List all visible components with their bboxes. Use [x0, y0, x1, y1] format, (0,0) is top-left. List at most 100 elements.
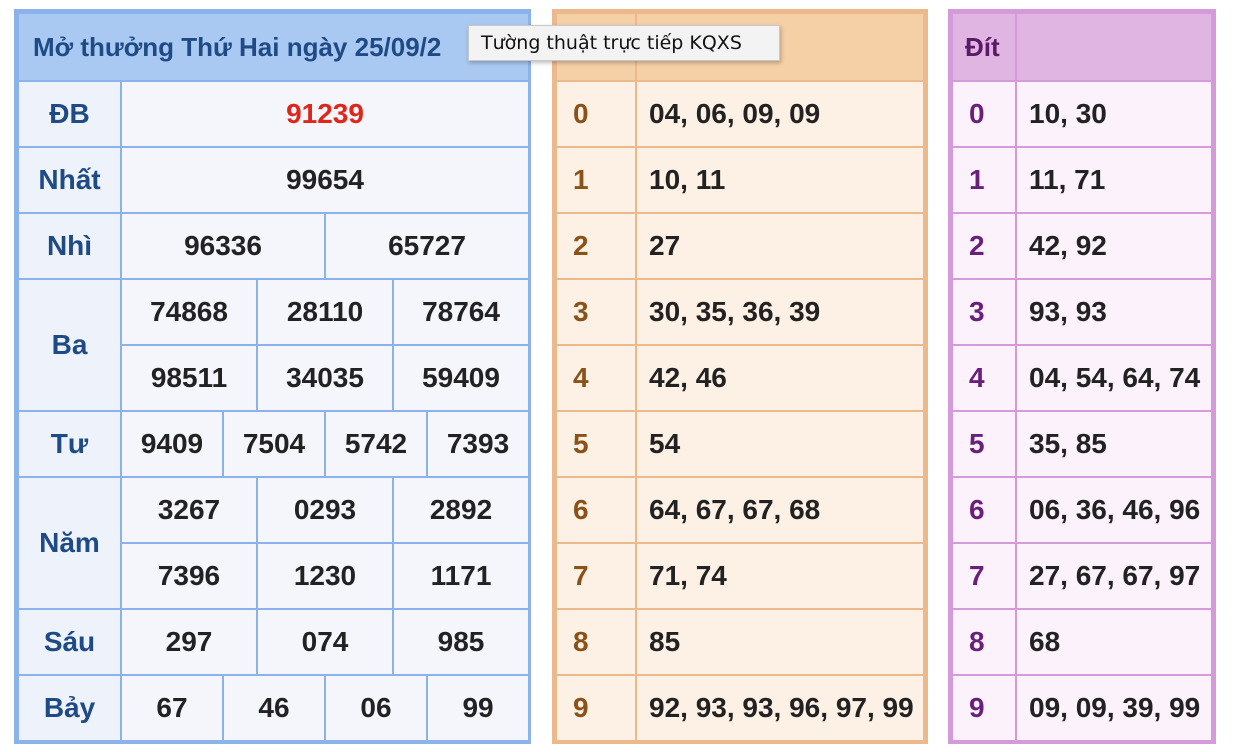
- prize-row-ba: Ba 74868 28110 78764: [17, 278, 531, 412]
- tail-values: 93, 93: [1015, 278, 1213, 346]
- head-values: 85: [635, 608, 925, 676]
- heads-row: 9 92, 93, 93, 96, 97, 99: [555, 674, 925, 742]
- prize-number: 0293: [256, 476, 394, 544]
- head-digit: 3: [555, 278, 637, 346]
- tail-digit: 4: [951, 344, 1017, 412]
- head-digit: 4: [555, 344, 637, 412]
- prize-label: ĐB: [17, 80, 122, 148]
- head-digit: 9: [555, 674, 637, 742]
- tails-header-row: Đít: [951, 12, 1213, 82]
- results-table: Mở thưởng Thứ Hai ngày 25/09/2 ĐB 91239 …: [14, 9, 531, 744]
- tail-digit: 2: [951, 212, 1017, 280]
- tail-digit: 7: [951, 542, 1017, 610]
- prize-row-tu: Tư 9409 7504 5742 7393: [17, 410, 531, 478]
- heads-table: 0 04, 06, 09, 09 1 10, 11 2 27 3 30, 35, 36,…: [552, 9, 928, 744]
- head-values: 54: [635, 410, 925, 478]
- prize-row-nhat: Nhất 99654: [17, 146, 531, 214]
- heads-row: 6 64, 67, 67, 68: [555, 476, 925, 544]
- results-title-row: Mở thưởng Thứ Hai ngày 25/09/2: [16, 12, 531, 82]
- tail-values: 68: [1015, 608, 1213, 676]
- heads-row: 3 30, 35, 36, 39: [555, 278, 925, 346]
- prize-number: 7396: [120, 542, 258, 610]
- tails-row: 2 42, 92: [951, 212, 1213, 280]
- prize-number: 2892: [391, 476, 531, 544]
- prize-number: 985: [391, 608, 531, 676]
- prize-number: 99: [425, 674, 531, 742]
- heads-row: 0 04, 06, 09, 09: [555, 80, 925, 148]
- head-digit: 1: [555, 146, 637, 214]
- tail-values: 10, 30: [1015, 80, 1213, 148]
- head-digit: 6: [555, 476, 637, 544]
- tails-row: 8 68: [951, 608, 1213, 676]
- head-digit: 2: [555, 212, 637, 280]
- tails-row: 0 10, 30: [951, 80, 1213, 148]
- tails-row: 4 04, 54, 64, 74: [951, 344, 1213, 412]
- tail-digit: 5: [951, 410, 1017, 478]
- tails-row: 6 06, 36, 46, 96: [951, 476, 1213, 544]
- heads-row: 1 10, 11: [555, 146, 925, 214]
- prize-number: 99654: [119, 146, 531, 214]
- prize-number: 7504: [222, 410, 326, 478]
- tail-digit: 3: [951, 278, 1017, 346]
- tails-row: 7 27, 67, 67, 97: [951, 542, 1213, 610]
- head-digit: 5: [555, 410, 637, 478]
- prize-number: 59409: [391, 344, 531, 412]
- prize-label: Tư: [17, 410, 122, 478]
- tail-values: 35, 85: [1015, 410, 1213, 478]
- prize-number: 1171: [391, 542, 531, 610]
- prize-number: 96336: [120, 212, 326, 280]
- heads-row: 2 27: [555, 212, 925, 280]
- head-digit: 8: [555, 608, 637, 676]
- tail-values: 27, 67, 67, 97: [1015, 542, 1213, 610]
- head-digit: 0: [555, 80, 637, 148]
- special-prize-number: 91239: [119, 80, 531, 148]
- prize-number: 9409: [120, 410, 224, 478]
- head-values: 27: [635, 212, 925, 280]
- tails-header-label: Đít: [951, 12, 1017, 82]
- prize-label: Năm: [17, 476, 122, 610]
- prize-number: 74868: [120, 278, 258, 346]
- prize-number: 34035: [256, 344, 394, 412]
- head-values: 64, 67, 67, 68: [635, 476, 925, 544]
- tail-digit: 6: [951, 476, 1017, 544]
- prize-number: 1230: [256, 542, 394, 610]
- head-values: 04, 06, 09, 09: [635, 80, 925, 148]
- prize-label: Bảy: [17, 674, 122, 742]
- heads-row: 5 54: [555, 410, 925, 478]
- tail-values: 04, 54, 64, 74: [1015, 344, 1213, 412]
- heads-row: 4 42, 46: [555, 344, 925, 412]
- prize-number: 3267: [120, 476, 258, 544]
- prize-number: 28110: [256, 278, 394, 346]
- head-values: 71, 74: [635, 542, 925, 610]
- prize-label: Nhì: [17, 212, 122, 280]
- prize-number: 78764: [391, 278, 531, 346]
- tails-table: Đít 0 10, 30 1 11, 71 2 42, 92 3 93, 93 4 04,…: [948, 9, 1216, 744]
- prize-number: 074: [256, 608, 394, 676]
- tails-row: 3 93, 93: [951, 278, 1213, 346]
- prize-number: 46: [222, 674, 326, 742]
- prize-label: Sáu: [17, 608, 122, 676]
- prize-label: Ba: [17, 278, 122, 412]
- tails-row: 9 09, 09, 39, 99: [951, 674, 1213, 742]
- prize-number: 65727: [323, 212, 531, 280]
- results-title: Mở thưởng Thứ Hai ngày 25/09/2: [16, 12, 531, 82]
- prize-number: 98511: [120, 344, 258, 412]
- tail-digit: 0: [951, 80, 1017, 148]
- prize-number: 5742: [324, 410, 428, 478]
- heads-row: 7 71, 74: [555, 542, 925, 610]
- prize-number: 06: [324, 674, 428, 742]
- prize-number: 67: [120, 674, 224, 742]
- tails-header-values: [1015, 12, 1213, 82]
- tail-digit: 1: [951, 146, 1017, 214]
- prize-number: 297: [120, 608, 258, 676]
- tail-values: 11, 71: [1015, 146, 1213, 214]
- head-digit: 7: [555, 542, 637, 610]
- tail-digit: 9: [951, 674, 1017, 742]
- tails-row: 5 35, 85: [951, 410, 1213, 478]
- head-values: 10, 11: [635, 146, 925, 214]
- tail-values: 06, 36, 46, 96: [1015, 476, 1213, 544]
- tail-values: 42, 92: [1015, 212, 1213, 280]
- tails-row: 1 11, 71: [951, 146, 1213, 214]
- tail-values: 09, 09, 39, 99: [1015, 674, 1213, 742]
- head-values: 92, 93, 93, 96, 97, 99: [635, 674, 925, 742]
